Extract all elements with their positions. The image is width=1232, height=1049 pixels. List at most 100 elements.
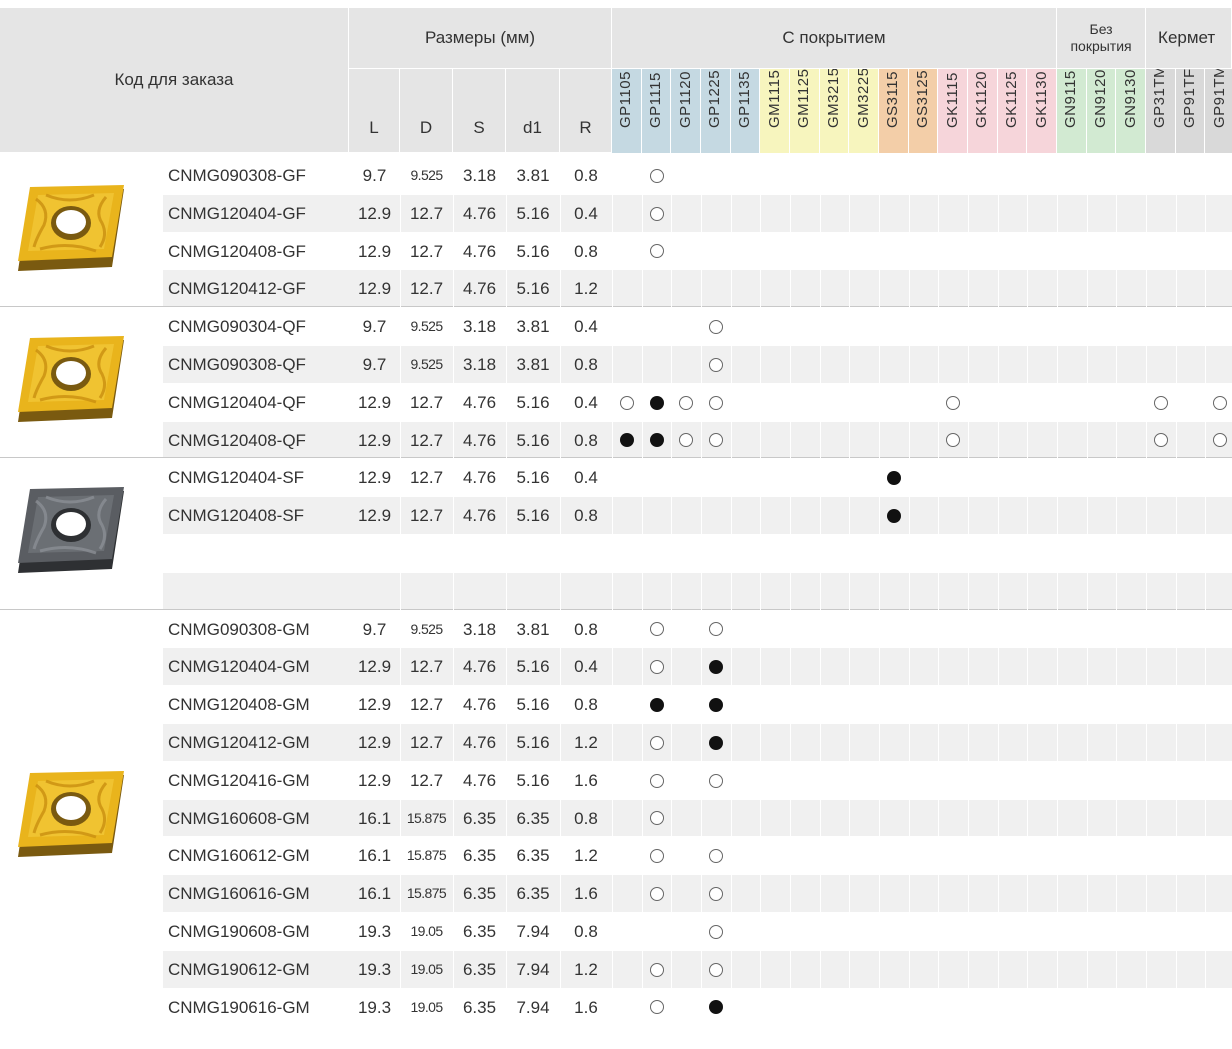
recommended-mark-gp1225: [708, 1000, 723, 1015]
grade-label: GP1135: [736, 71, 753, 128]
grade-header-gp1135: GP1135: [730, 69, 761, 153]
dim-s: 4.76: [462, 695, 497, 715]
dim-r: 0.8: [574, 922, 598, 941]
column-divider: [998, 157, 999, 1049]
dim-r: 1.6: [574, 770, 598, 790]
column-divider: [1027, 157, 1028, 1049]
dim-s: 4.76: [462, 468, 497, 488]
available-mark-gp1115: [649, 887, 664, 902]
dim-l: 9.7: [362, 166, 387, 185]
column-divider: [760, 157, 761, 1049]
table-row: CNMG120408-SF 12.9 12.7 4.76 5.16 0.8: [163, 497, 1232, 535]
recommended-mark-gp1225: [708, 660, 723, 675]
grade-label: GP1120: [676, 71, 694, 128]
grade-label: GN9115: [1062, 70, 1080, 128]
order-code: CNMG120404-QF: [168, 392, 306, 412]
table-row: CNMG120408-GM 12.9 12.7 4.76 5.16 0.8: [163, 686, 1232, 724]
dim-s: 4.76: [462, 241, 497, 261]
dim-d1: 6.35: [516, 884, 550, 904]
grade-label: GK1115: [943, 72, 961, 128]
grade-header-gs3125: GS3125: [908, 69, 939, 153]
dim-d1: 5.16: [516, 392, 550, 412]
dim-d1: 3.81: [516, 619, 550, 639]
available-mark-gp31tm: [1153, 395, 1168, 410]
dim-d: 9.525: [410, 167, 443, 183]
grade-label: GS3115: [884, 71, 902, 128]
dim-d: 12.7: [409, 279, 444, 299]
recommended-mark-gp1115: [649, 698, 664, 713]
recommended-mark-gp1225: [708, 735, 723, 750]
order-code: CNMG120404-SF: [168, 468, 305, 488]
available-mark-gp1225: [708, 962, 723, 977]
dim-s: 6.35: [462, 922, 497, 941]
table-row: [163, 572, 1232, 611]
dim-d1: 5.16: [516, 733, 550, 752]
table-row: CNMG090308-GF 9.7 9.525 3.18 3.81 0.8: [163, 157, 1232, 195]
available-mark-gp1225: [708, 395, 723, 410]
order-code: CNMG090304-QF: [168, 317, 306, 337]
grade-header-gn9115: GN9115: [1057, 69, 1087, 153]
available-mark-gp1225: [708, 887, 723, 902]
grade-label: GP1105: [617, 71, 635, 128]
grade-label: GP91TF: [1181, 69, 1199, 128]
table-row: CNMG120404-QF 12.9 12.7 4.76 5.16 0.4: [163, 384, 1232, 422]
available-mark-gp91tm: [1213, 395, 1228, 410]
table-row: CNMG120408-QF 12.9 12.7 4.76 5.16 0.8: [163, 421, 1232, 460]
dim-d1: [506, 573, 560, 610]
grade-label: GM3215: [825, 69, 843, 128]
grade-header-gp1105: GP1105: [612, 69, 642, 153]
column-divider: [909, 157, 910, 1049]
dim-r: 0.4: [574, 392, 598, 412]
dim-d: [400, 573, 453, 610]
grade-header-gp1115: GP1115: [641, 69, 672, 153]
table-row: CNMG160608-GM 16.1 15.875 6.35 6.35 0.8: [163, 799, 1232, 838]
order-code: CNMG160612-GM: [168, 846, 310, 866]
dim-s: 4.76: [462, 430, 497, 450]
dim-d: 9.525: [410, 356, 443, 372]
dim-d1: 5.16: [516, 695, 550, 715]
dim-l: 19.3: [357, 959, 392, 979]
order-code: CNMG090308-GM: [168, 619, 310, 639]
column-divider: [453, 157, 454, 1049]
dim-d: 12.7: [409, 468, 444, 488]
column-divider: [400, 157, 401, 1049]
dim-s: 4.76: [462, 203, 497, 223]
column-divider: [1176, 157, 1177, 1049]
available-mark-gp1115: [649, 168, 664, 183]
available-mark-gp1115: [649, 811, 664, 826]
dim-r: 0.8: [574, 241, 598, 261]
dim-header-d: D: [400, 69, 453, 153]
cnmg-sf-insert-gray: [16, 487, 126, 583]
grade-header-gk1130: GK1130: [1027, 69, 1058, 153]
cnmg-gf-insert-gold: [16, 184, 126, 281]
dim-d1: 5.16: [516, 279, 550, 299]
dim-l: 12.9: [357, 203, 392, 223]
grade-label: GK1120: [973, 71, 991, 128]
dim-r: 1.2: [574, 733, 598, 752]
dim-d1: 7.94: [516, 922, 550, 941]
uncoated-header: Без покрытия: [1057, 8, 1147, 69]
dim-d: 12.7: [409, 695, 444, 715]
dim-d1: 7.94: [516, 959, 550, 979]
dim-d: 12.7: [409, 241, 444, 261]
dim-d: 12.7: [409, 770, 444, 790]
dim-s: 6.35: [462, 808, 497, 828]
dim-s: 4.76: [462, 733, 497, 752]
column-divider: [506, 157, 507, 1049]
dim-s: [453, 535, 506, 572]
dim-d: 19.05: [410, 998, 443, 1015]
dim-l: 12.9: [357, 468, 392, 488]
dim-s: 6.35: [462, 959, 497, 979]
dim-r: 1.6: [574, 997, 598, 1017]
dimensions-header: Размеры (мм): [349, 8, 612, 69]
column-divider: [1116, 157, 1117, 1049]
grade-label: GK1130: [1032, 71, 1050, 128]
order-code: CNMG190612-GM: [168, 959, 310, 979]
dim-d: 12.7: [409, 506, 444, 526]
available-mark-gp1115: [649, 773, 664, 788]
dim-l: 12.9: [357, 506, 392, 526]
order-code: CNMG190616-GM: [168, 997, 310, 1017]
dim-l: 12.9: [357, 733, 392, 752]
dim-s: 6.35: [462, 846, 497, 866]
available-mark-gp1225: [708, 773, 723, 788]
